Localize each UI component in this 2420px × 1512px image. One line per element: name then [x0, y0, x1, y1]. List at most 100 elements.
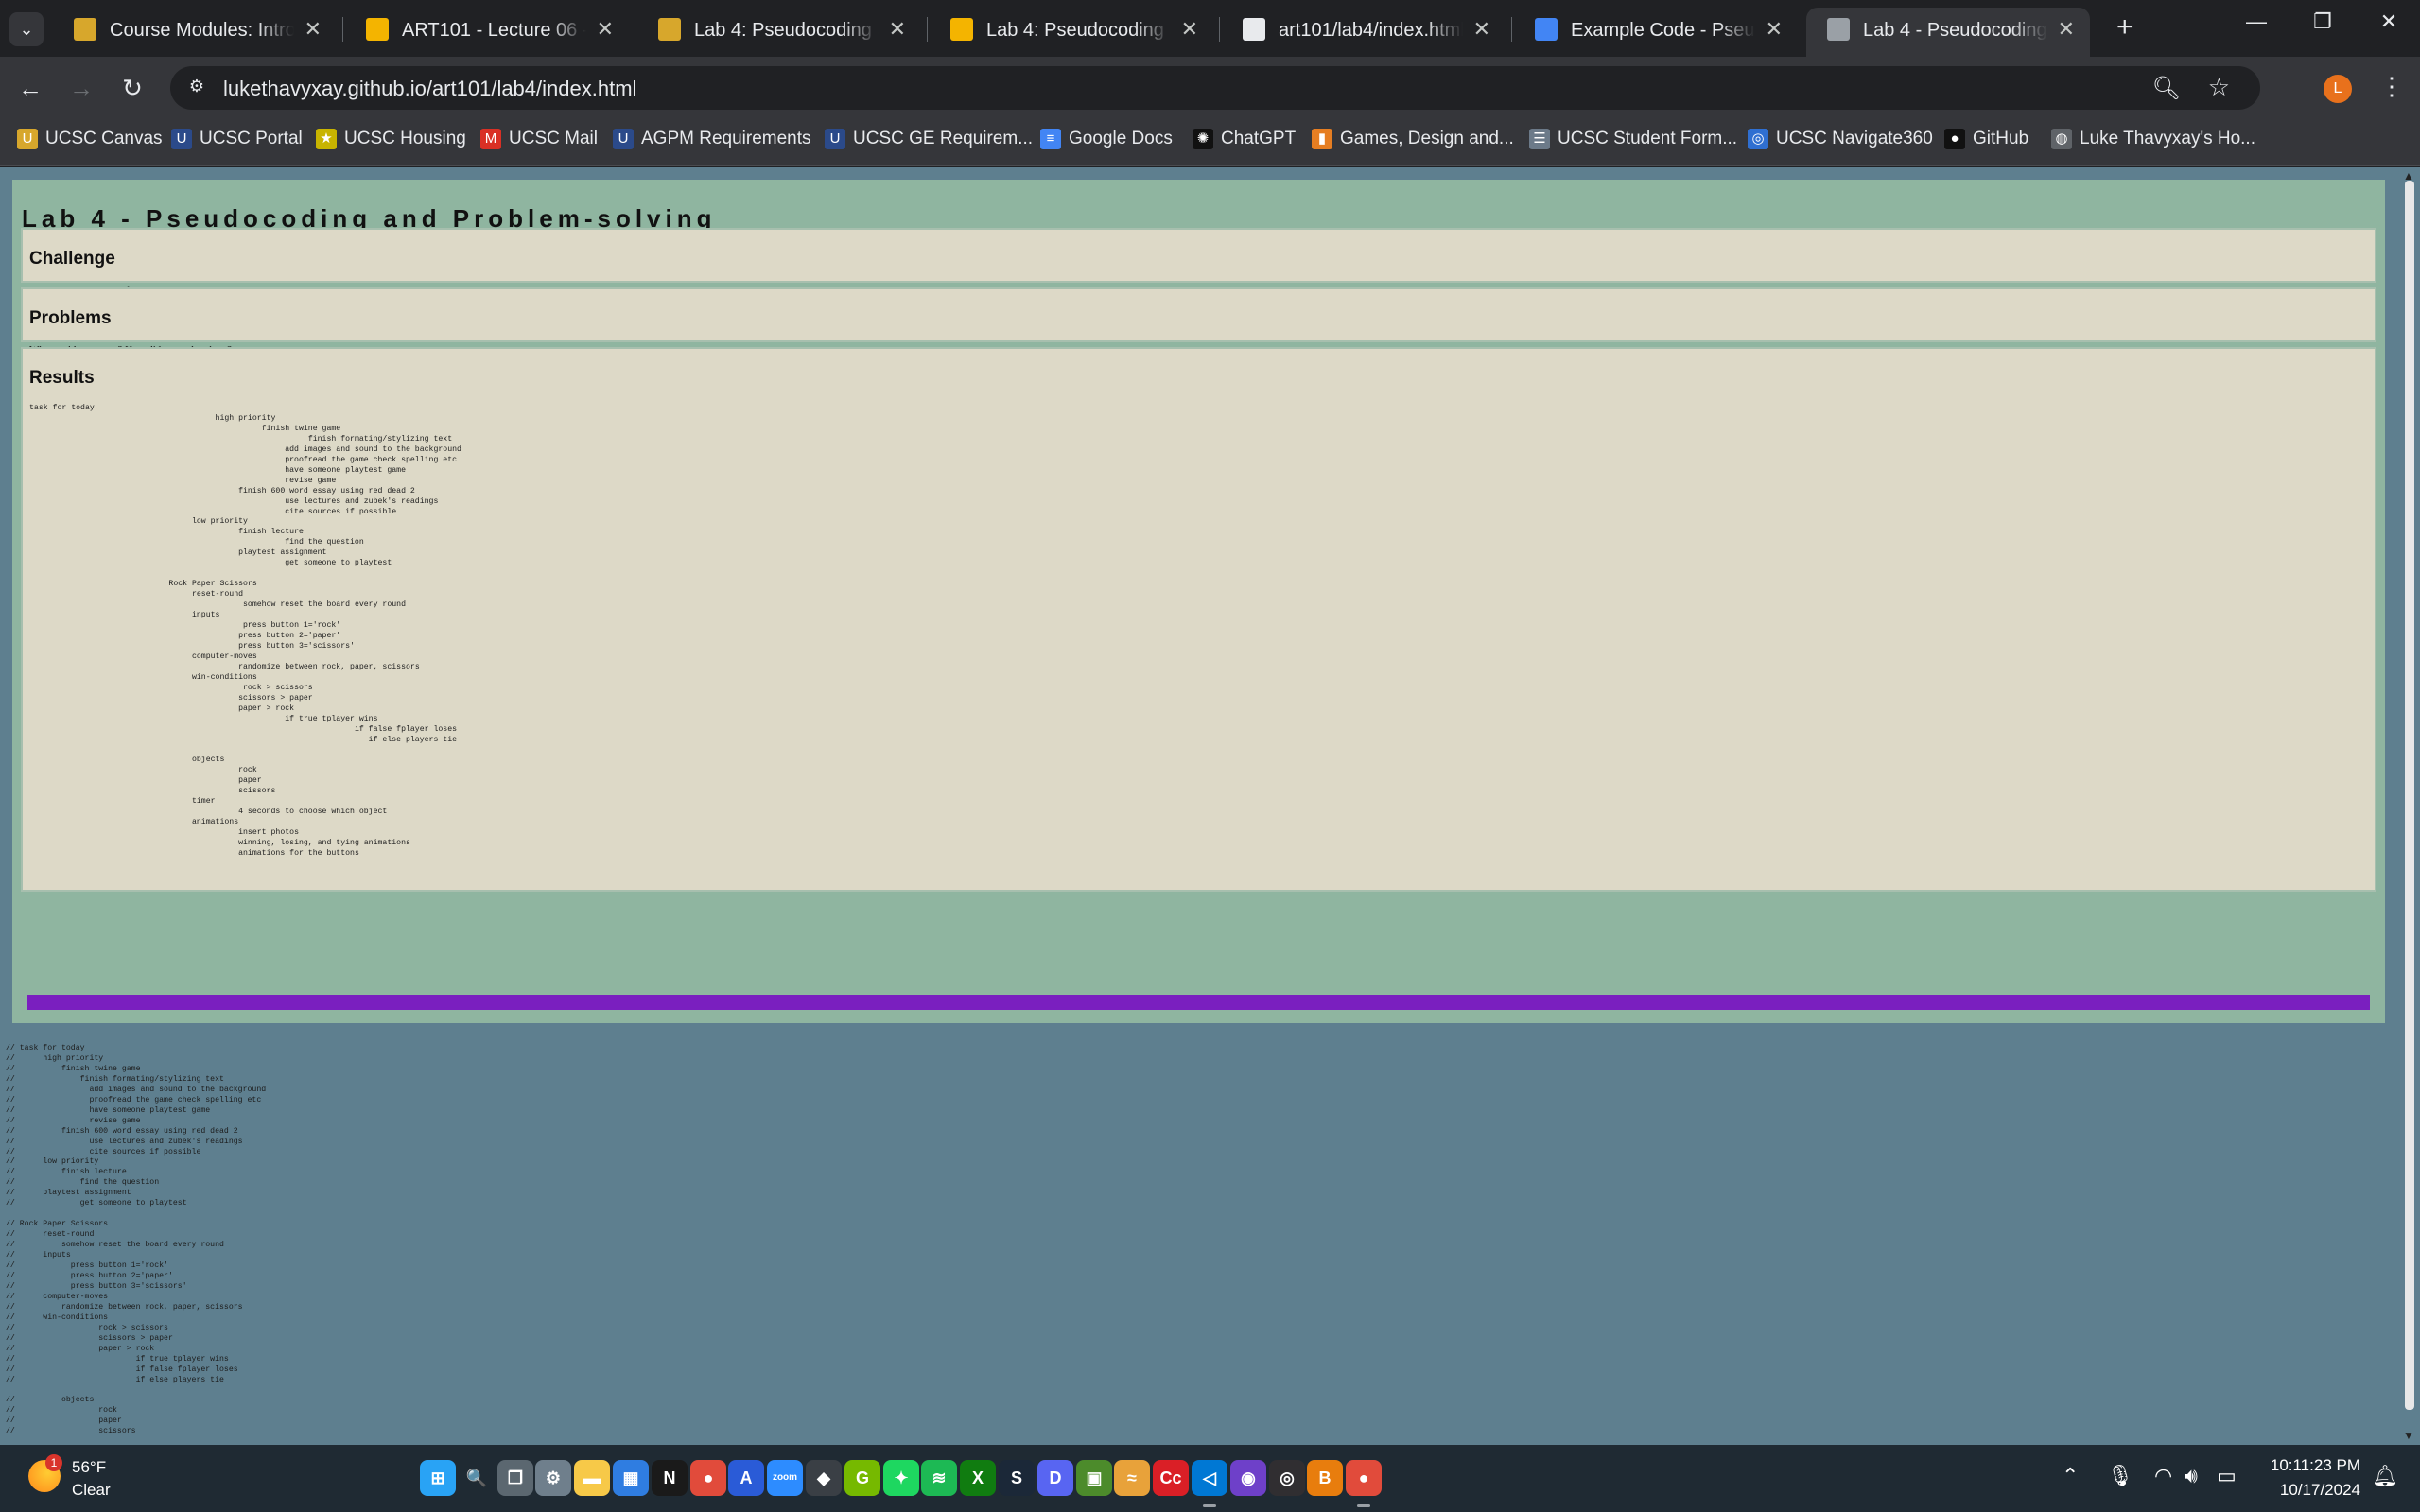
robinhood-icon[interactable]: ✦ [883, 1460, 919, 1496]
show-hidden-icons-icon[interactable]: ⌃ [2062, 1464, 2079, 1488]
tab[interactable]: Lab 4: Pseudocoding and ✕ [637, 8, 921, 51]
restore-button[interactable]: ❐ [2294, 9, 2351, 34]
volume-icon[interactable]: 🔊︎ [2185, 1464, 2198, 1488]
scrollbar-thumb[interactable] [2405, 181, 2414, 1410]
discord-icon[interactable]: D [1037, 1460, 1073, 1496]
bookmark-label: UCSC Mail [509, 129, 598, 148]
bookmark-label: UCSC GE Requirem... [853, 129, 1034, 148]
microphone-icon[interactable]: 🎙︎ [2107, 1464, 2133, 1488]
zoom-icon[interactable]: zoom [767, 1460, 803, 1496]
windows-start-icon[interactable]: ⊞ [420, 1460, 456, 1496]
reload-button[interactable]: ↻ [113, 70, 151, 108]
nvidia-icon[interactable]: N [652, 1460, 688, 1496]
form-icon: ☰ [1529, 129, 1550, 149]
chrome-icon[interactable]: ● [690, 1460, 726, 1496]
zoom-icon[interactable]: 🔍︎ [2152, 75, 2181, 102]
chrome-active-icon[interactable]: ● [1346, 1460, 1382, 1496]
forward-button[interactable]: → [62, 70, 100, 108]
bookmark-item[interactable]: M UCSC Mail [480, 129, 598, 155]
profile-avatar[interactable]: L [2324, 75, 2352, 103]
xbox-icon[interactable]: X [960, 1460, 996, 1496]
paper-fan-icon[interactable]: ≈ [1114, 1460, 1150, 1496]
spotify-icon[interactable]: ≋ [921, 1460, 957, 1496]
github-icon: ● [1944, 129, 1965, 149]
bookmark-item[interactable]: ◎ UCSC Navigate360 [1748, 129, 1933, 155]
ucsc-icon: U [171, 129, 192, 149]
bookmark-item[interactable]: U UCSC Portal [171, 129, 303, 155]
creative-cloud-icon[interactable]: Cc [1153, 1460, 1189, 1496]
new-tab-button[interactable]: + [2116, 11, 2133, 43]
clock-time[interactable]: 10:11:23 PM [2266, 1456, 2360, 1475]
github-icon [1243, 18, 1265, 41]
tab-close-icon[interactable]: ✕ [889, 17, 906, 42]
tab-close-icon[interactable]: ✕ [2058, 17, 2075, 42]
blender-icon[interactable]: B [1307, 1460, 1343, 1496]
tab-search-button[interactable]: ⌄ [9, 12, 44, 46]
tab-close-icon[interactable]: ✕ [597, 17, 614, 42]
address-bar[interactable]: ⚙ lukethavyxay.github.io/art101/lab4/ind… [170, 66, 2260, 110]
geforce-icon[interactable]: G [844, 1460, 880, 1496]
clock-date[interactable]: 10/17/2024 [2266, 1481, 2360, 1500]
tab[interactable]: Lab 4 - Pseudocoding an ✕ [1806, 8, 2090, 57]
weather-badge: 1 [45, 1454, 62, 1471]
bookmarks-bar: U UCSC Canvas U UCSC Portal ★ UCSC Housing M UC… [0, 119, 2420, 166]
steam-icon[interactable]: S [999, 1460, 1035, 1496]
bookmark-item[interactable]: ◍ Luke Thavyxay's Ho... [2051, 129, 2255, 155]
minimize-button[interactable]: — [2228, 9, 2285, 34]
bookmark-item[interactable]: U UCSC Canvas [17, 129, 163, 155]
ucsc-icon: U [613, 129, 634, 149]
tab[interactable]: ART101 - Lecture 06 - Dat ✕ [345, 8, 629, 51]
tab-close-icon[interactable]: ✕ [1181, 17, 1198, 42]
tab[interactable]: art101/lab4/index.html at ✕ [1222, 8, 1506, 51]
gmail-icon: M [480, 129, 501, 149]
bookmark-item[interactable]: U AGPM Requirements [613, 129, 811, 155]
slides-icon [950, 18, 973, 41]
bookmark-label: UCSC Housing [344, 129, 466, 148]
weather-description[interactable]: Clear [72, 1481, 111, 1500]
tab-close-icon[interactable]: ✕ [305, 17, 322, 42]
settings-icon[interactable]: ⚙ [535, 1460, 571, 1496]
bookmark-item[interactable]: ✺ ChatGPT [1193, 129, 1296, 155]
file-explorer-icon[interactable]: ▬ [574, 1460, 610, 1496]
tab-close-icon[interactable]: ✕ [1473, 17, 1490, 42]
bookmark-item[interactable]: ★ UCSC Housing [316, 129, 466, 155]
bookmark-item[interactable]: ▮ Games, Design and... [1312, 129, 1514, 155]
tab-title: Lab 4: Pseudocoding and [694, 20, 879, 41]
tab[interactable]: Example Code - Pseudoco ✕ [1514, 8, 1798, 51]
menu-kebab-icon[interactable]: ⋮ [2379, 72, 2404, 101]
bookmark-label: Luke Thavyxay's Ho... [2080, 129, 2255, 148]
url-text[interactable]: lukethavyxay.github.io/art101/lab4/index… [223, 77, 636, 101]
vscode-icon[interactable]: ◁ [1192, 1460, 1227, 1496]
task-view-icon[interactable]: ❐ [497, 1460, 533, 1496]
microsoft-store-icon[interactable]: ▦ [613, 1460, 649, 1496]
challenge-section: Challenge Restate the challenge of the l… [21, 228, 2376, 296]
problems-heading: Problems [29, 308, 112, 328]
weather-temperature[interactable]: 56°F [72, 1458, 106, 1477]
bookmark-item[interactable]: ● GitHub [1944, 129, 2028, 155]
bookmark-star-icon[interactable]: ☆ [2208, 73, 2230, 102]
scroll-down-arrow[interactable]: ▼ [2403, 1429, 2414, 1442]
bookmark-item[interactable]: ≡ Google Docs [1040, 129, 1173, 155]
bookmark-item[interactable]: ☰ UCSC Student Form... [1529, 129, 1737, 155]
back-button[interactable]: ← [11, 70, 49, 108]
tab-close-icon[interactable]: ✕ [1766, 17, 1783, 42]
obs-icon[interactable]: ◎ [1269, 1460, 1305, 1496]
search-icon[interactable]: 🔍 [459, 1460, 495, 1496]
page-scrollbar[interactable]: ▲ ▼ [2399, 167, 2420, 1445]
navigate-icon: ◎ [1748, 129, 1768, 149]
bookmark-label: UCSC Student Form... [1558, 129, 1738, 148]
bookmark-item[interactable]: U UCSC GE Requirem... [825, 129, 1033, 155]
site-info-icon[interactable]: ⚙ [185, 77, 208, 99]
github-desktop-icon[interactable]: ◉ [1230, 1460, 1266, 1496]
battery-icon[interactable]: ▭ [2217, 1464, 2237, 1488]
notification-bell-icon[interactable]: 🔔︎ [2372, 1464, 2398, 1488]
tab[interactable]: Course Modules: Introduc ✕ [53, 8, 337, 51]
close-window-button[interactable]: ✕ [2360, 9, 2417, 34]
wifi-icon[interactable]: ◠ [2154, 1464, 2172, 1488]
tab-title: Lab 4: Pseudocoding and [986, 20, 1171, 41]
tab-title: Lab 4 - Pseudocoding an [1863, 20, 2047, 41]
unity-icon[interactable]: ◆ [806, 1460, 842, 1496]
affinity-icon[interactable]: A [728, 1460, 764, 1496]
tab[interactable]: Lab 4: Pseudocoding and ✕ [930, 8, 1213, 51]
minecraft-icon[interactable]: ▣ [1076, 1460, 1112, 1496]
